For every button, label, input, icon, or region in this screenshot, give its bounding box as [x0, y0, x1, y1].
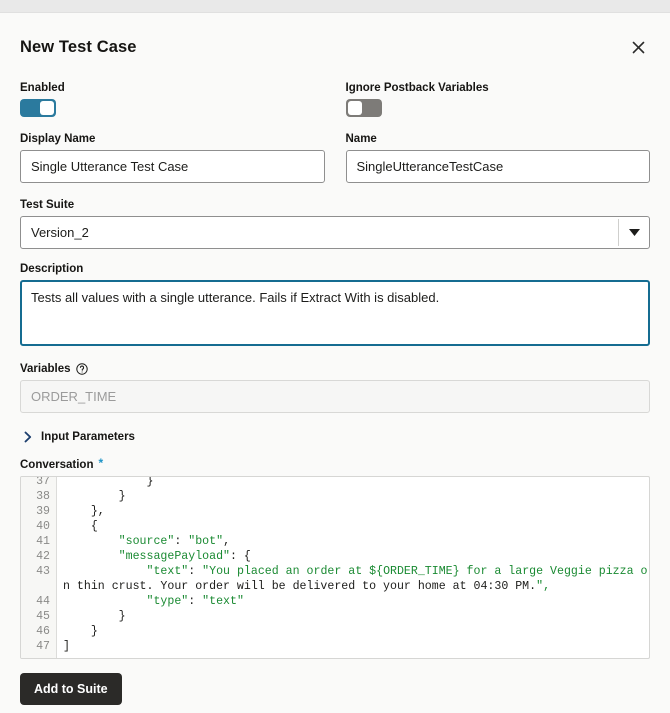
input-parameters-toggle[interactable]: Input Parameters	[20, 431, 650, 443]
page-title: New Test Case	[20, 38, 137, 57]
editor-line-number: 45	[21, 609, 56, 624]
editor-code-line: }	[63, 476, 649, 489]
conversation-label: Conversation	[20, 459, 94, 471]
editor-line-number: 38	[21, 489, 56, 504]
editor-code-line: "messagePayload": {	[63, 549, 649, 564]
new-test-case-panel: New Test Case Enabled Ignore Postback Va…	[0, 13, 670, 713]
input-parameters-label: Input Parameters	[41, 431, 135, 443]
description-field: Description	[20, 263, 650, 351]
variables-label: Variables	[20, 363, 71, 375]
editor-line-number: 44	[21, 594, 56, 609]
editor-code-content[interactable]: } } }, { "source": "bot", "messagePayloa…	[57, 476, 649, 658]
editor-code-line: }	[63, 624, 649, 639]
chevron-down-icon[interactable]	[619, 229, 649, 236]
display-name-field: Display Name	[20, 133, 325, 183]
ignore-postback-toggle[interactable]	[346, 99, 382, 117]
window-top-strip	[0, 0, 670, 13]
close-icon[interactable]	[627, 36, 649, 58]
editor-line-number: 46	[21, 624, 56, 639]
editor-code-line: ]	[63, 639, 649, 654]
help-circle-icon[interactable]	[76, 363, 88, 375]
ignore-postback-field: Ignore Postback Variables	[346, 82, 651, 117]
enabled-toggle[interactable]	[20, 99, 56, 117]
editor-line-number: .	[21, 579, 56, 594]
editor-line-number: 37	[21, 476, 56, 489]
toggles-row: Enabled Ignore Postback Variables	[20, 82, 650, 117]
ignore-postback-toggle-knob	[348, 101, 362, 115]
editor-code-line: }	[63, 489, 649, 504]
add-to-suite-button[interactable]: Add to Suite	[20, 673, 122, 705]
enabled-field: Enabled	[20, 82, 325, 117]
variables-input[interactable]	[20, 380, 650, 413]
editor-code-line: },	[63, 504, 649, 519]
test-suite-field: Test Suite Version_2	[20, 199, 650, 249]
enabled-toggle-knob	[40, 101, 54, 115]
panel-header: New Test Case	[20, 13, 650, 64]
editor-code-line: n thin crust. Your order will be deliver…	[63, 579, 649, 594]
variables-field: Variables	[20, 363, 650, 413]
enabled-label: Enabled	[20, 82, 325, 94]
editor-code-line: "text": "You placed an order at ${ORDER_…	[63, 564, 649, 579]
conversation-label-row: Conversation *	[20, 459, 650, 471]
test-suite-select[interactable]: Version_2	[20, 216, 650, 249]
description-textarea[interactable]	[20, 280, 650, 346]
editor-code-line: }	[63, 609, 649, 624]
editor-line-numbers: 37383940414243.44454647	[21, 476, 57, 658]
chevron-right-icon	[24, 431, 32, 443]
name-label: Name	[346, 133, 651, 145]
editor-code-line: "type": "text"	[63, 594, 649, 609]
name-input[interactable]	[346, 150, 651, 183]
editor-line-number: 39	[21, 504, 56, 519]
editor-code-line: {	[63, 519, 649, 534]
names-row: Display Name Name	[20, 133, 650, 183]
editor-line-number: 41	[21, 534, 56, 549]
test-suite-value: Version_2	[21, 225, 618, 240]
variables-label-row: Variables	[20, 363, 650, 375]
test-suite-label: Test Suite	[20, 199, 650, 211]
required-marker: *	[99, 459, 104, 467]
display-name-label: Display Name	[20, 133, 325, 145]
panel-footer: Add to Suite	[20, 659, 650, 705]
ignore-postback-label: Ignore Postback Variables	[346, 82, 651, 94]
editor-line-number: 43	[21, 564, 56, 579]
editor-line-number: 42	[21, 549, 56, 564]
conversation-code-editor[interactable]: 37383940414243.44454647 } } }, { "source…	[20, 476, 650, 659]
description-label: Description	[20, 263, 650, 275]
conversation-field: Conversation * 37383940414243.44454647 }…	[20, 459, 650, 659]
name-field: Name	[346, 133, 651, 183]
editor-code-line: "source": "bot",	[63, 534, 649, 549]
editor-line-number: 47	[21, 639, 56, 654]
display-name-input[interactable]	[20, 150, 325, 183]
editor-line-number: 40	[21, 519, 56, 534]
